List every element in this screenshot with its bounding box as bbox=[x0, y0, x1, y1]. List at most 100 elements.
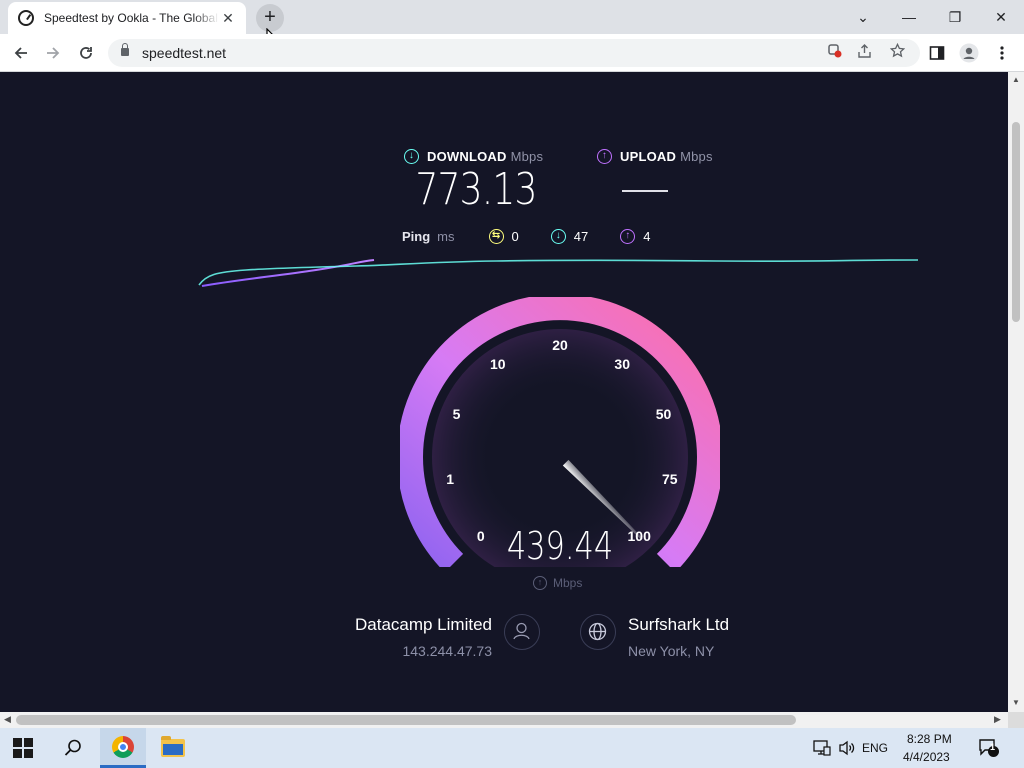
throughput-graph bbox=[198, 259, 919, 287]
upload-arrow-icon: ↑ bbox=[597, 149, 612, 164]
windows-taskbar: ENG 8:28 PM 4/4/2023 1 bbox=[0, 728, 1024, 768]
notification-icon bbox=[979, 739, 999, 757]
tab-close-icon[interactable]: ✕ bbox=[220, 10, 236, 27]
ping-upload: ↑ 4 bbox=[620, 229, 650, 244]
reload-icon bbox=[80, 47, 92, 59]
scrollbar-corner bbox=[1008, 712, 1024, 728]
scroll-left-arrow-icon[interactable]: ◀ bbox=[4, 714, 11, 725]
search-button[interactable] bbox=[50, 728, 96, 768]
tab-title: Speedtest by Ookla - The Global Broadban… bbox=[44, 11, 219, 25]
close-window-button[interactable]: ✕ bbox=[986, 5, 1016, 29]
upload-speed-pending bbox=[622, 190, 668, 192]
network-icon bbox=[813, 740, 831, 756]
clock-time[interactable]: 8:28 PM bbox=[907, 732, 952, 746]
folder-icon bbox=[161, 736, 185, 757]
download-header: ↓ DOWNLOAD Mbps bbox=[404, 149, 543, 164]
ping-download-value: 47 bbox=[573, 229, 589, 244]
browser-menu-button[interactable] bbox=[989, 40, 1015, 66]
minimize-button[interactable]: — bbox=[894, 5, 924, 29]
scroll-down-arrow-icon[interactable]: ▼ bbox=[1012, 698, 1020, 707]
horizontal-scroll-thumb[interactable] bbox=[16, 715, 796, 725]
download-arrow-icon: ↓ bbox=[404, 149, 419, 164]
profile-button[interactable] bbox=[956, 40, 982, 66]
ping-download: ↓ 47 bbox=[550, 229, 589, 244]
download-latency-icon: ↓ bbox=[550, 229, 566, 244]
bookmark-star-icon[interactable] bbox=[886, 42, 908, 64]
upload-label: UPLOAD bbox=[620, 149, 677, 164]
server-location: New York, NY bbox=[628, 643, 715, 659]
horizontal-scrollbar[interactable]: ◀ ▶ bbox=[0, 712, 1008, 728]
address-bar[interactable]: speedtest.net bbox=[108, 39, 920, 67]
upload-latency-icon: ↑ bbox=[620, 229, 636, 244]
ping-upload-value: 4 bbox=[643, 229, 651, 244]
download-unit: Mbps bbox=[510, 149, 544, 164]
upload-unit: Mbps bbox=[680, 149, 713, 164]
download-label: DOWNLOAD bbox=[427, 149, 507, 164]
gauge-scale-label: 0 bbox=[477, 528, 485, 544]
idle-latency-icon: ⇆ bbox=[488, 229, 504, 244]
ping-label: Ping bbox=[402, 229, 431, 244]
gauge-scale-label: 1 bbox=[446, 471, 454, 487]
language-indicator[interactable]: ENG bbox=[862, 741, 888, 755]
side-panel-button[interactable] bbox=[924, 40, 950, 66]
kebab-menu-icon bbox=[1000, 46, 1004, 60]
tab-search-button[interactable]: ⌄ bbox=[848, 5, 878, 29]
upload-graph-line bbox=[201, 259, 375, 287]
side-panel-icon bbox=[929, 46, 945, 60]
gauge-scale-label: 75 bbox=[662, 471, 678, 487]
browser-toolbar: speedtest.net bbox=[0, 34, 1024, 72]
server-name[interactable]: Surfshark Ltd bbox=[628, 615, 729, 635]
blocked-content-icon[interactable] bbox=[824, 42, 846, 64]
taskbar-chrome[interactable] bbox=[100, 728, 146, 768]
gauge-scale-label: 30 bbox=[614, 356, 630, 372]
back-arrow-icon bbox=[14, 47, 27, 59]
gauge-scale-label: 5 bbox=[453, 406, 461, 422]
volume-tray[interactable] bbox=[836, 728, 858, 768]
vertical-scrollbar[interactable]: ▲ ▼ bbox=[1008, 72, 1024, 712]
lock-icon[interactable] bbox=[121, 43, 129, 56]
network-tray[interactable] bbox=[810, 728, 834, 768]
user-icon bbox=[504, 614, 540, 650]
url-text[interactable]: speedtest.net bbox=[142, 45, 226, 61]
clock-date[interactable]: 4/4/2023 bbox=[903, 750, 950, 764]
current-speed-unit: ↑ Mbps bbox=[533, 576, 582, 590]
browser-tab-speedtest[interactable]: Speedtest by Ookla - The Global Broadban… bbox=[8, 2, 246, 34]
scroll-up-arrow-icon[interactable]: ▲ bbox=[1012, 75, 1020, 84]
current-speed-value: 439.44 bbox=[506, 524, 614, 568]
tab-strip: Speedtest by Ookla - The Global Broadban… bbox=[0, 0, 1024, 49]
scroll-right-arrow-icon[interactable]: ▶ bbox=[994, 714, 1001, 725]
download-graph-line bbox=[198, 259, 919, 286]
forward-arrow-icon bbox=[47, 47, 60, 59]
ping-row: Ping ms ⇆ 0 ↓ 47 ↑ 4 bbox=[402, 229, 682, 244]
upload-header: ↑ UPLOAD Mbps bbox=[597, 149, 713, 164]
taskbar-file-explorer[interactable] bbox=[150, 728, 196, 768]
gauge-scale-label: 20 bbox=[552, 337, 568, 353]
upload-arrow-icon: ↑ bbox=[533, 576, 547, 590]
isp-ip: 143.244.47.73 bbox=[402, 643, 492, 659]
restore-button[interactable]: ❐ bbox=[940, 5, 970, 29]
windows-logo-icon bbox=[13, 738, 33, 758]
current-speed-unit-label: Mbps bbox=[553, 576, 583, 590]
start-button[interactable] bbox=[0, 728, 46, 768]
search-icon bbox=[64, 739, 81, 756]
gauge-scale-label: 50 bbox=[656, 406, 672, 422]
forward-button[interactable] bbox=[40, 40, 66, 66]
chrome-icon bbox=[112, 735, 134, 758]
notification-count: 1 bbox=[990, 742, 996, 752]
isp-name: Datacamp Limited bbox=[354, 615, 492, 634]
vertical-scroll-thumb[interactable] bbox=[1012, 122, 1020, 322]
speaker-icon bbox=[839, 740, 855, 756]
speedtest-favicon-icon bbox=[18, 10, 34, 26]
notification-center-button[interactable]: 1 bbox=[974, 728, 1004, 768]
profile-avatar-icon bbox=[959, 43, 979, 63]
download-speed-value: 773.13 bbox=[415, 164, 537, 215]
speedtest-page: ↓ DOWNLOAD Mbps ↑ UPLOAD Mbps 773.13 Pin… bbox=[0, 72, 1008, 712]
reload-button[interactable] bbox=[73, 40, 99, 66]
gauge-scale-label: 10 bbox=[490, 356, 506, 372]
ping-idle: ⇆ 0 bbox=[488, 229, 519, 244]
ping-idle-value: 0 bbox=[511, 229, 519, 244]
share-icon[interactable] bbox=[854, 42, 876, 64]
back-button[interactable] bbox=[8, 40, 34, 66]
ping-unit: ms bbox=[437, 229, 455, 244]
globe-icon[interactable] bbox=[580, 614, 616, 650]
